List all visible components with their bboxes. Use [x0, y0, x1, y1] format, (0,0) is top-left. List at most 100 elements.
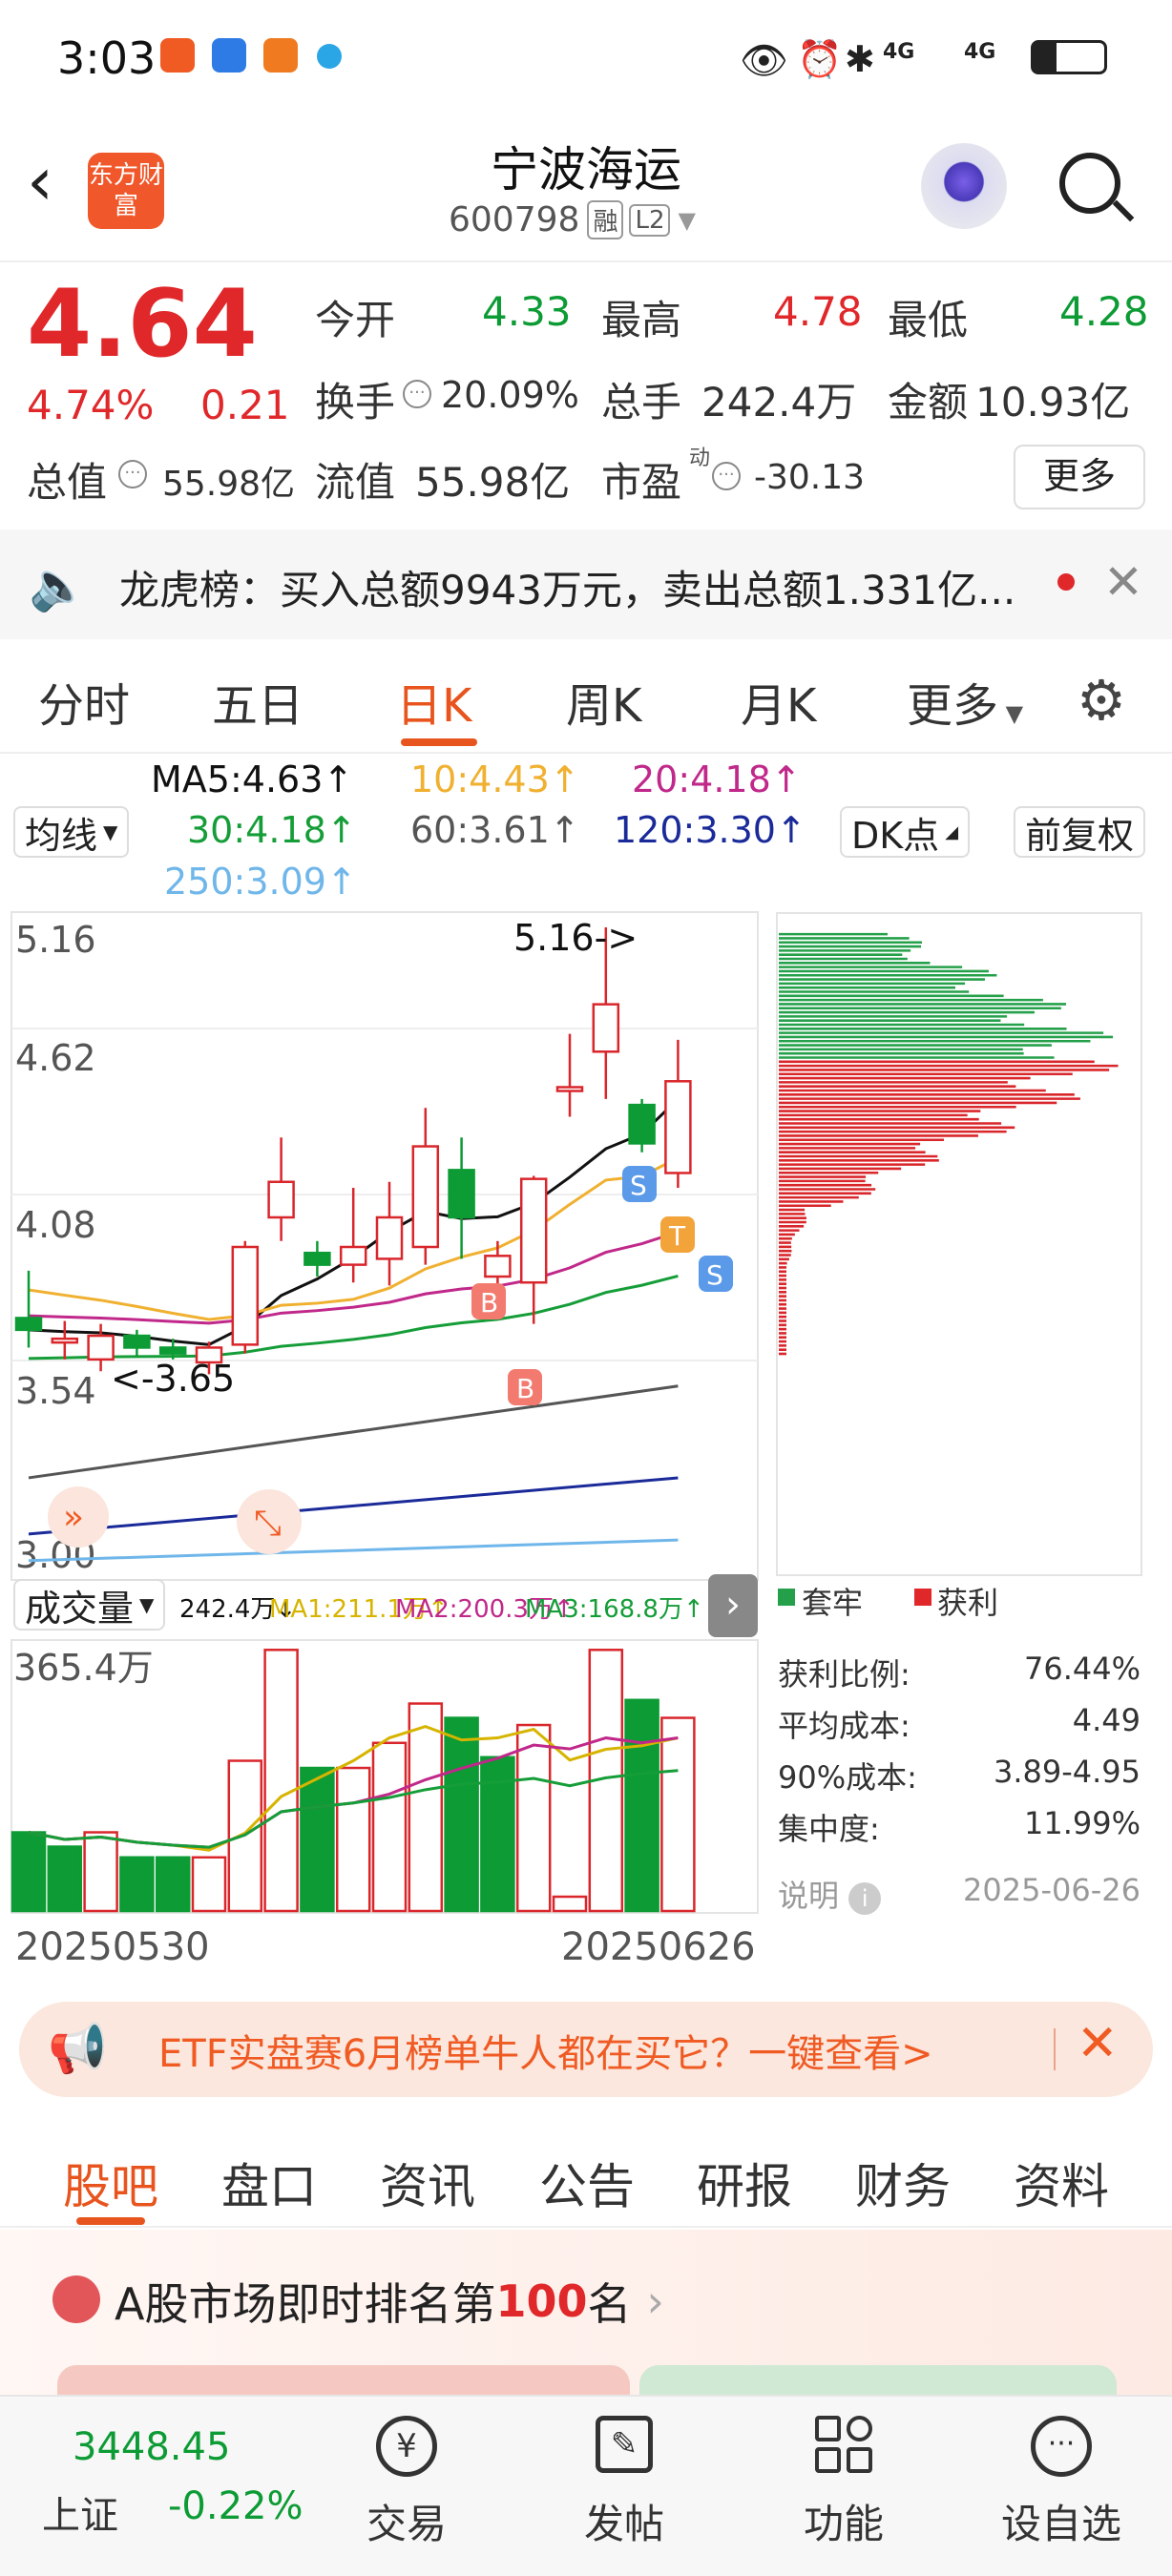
tab-monthly-k[interactable]: 月K	[741, 668, 816, 735]
profile-stat-label: 平均成本:	[778, 1708, 910, 1744]
divider	[1054, 2028, 1056, 2070]
y-tick: 3.54	[15, 1370, 96, 1412]
volume-bar	[371, 1741, 408, 1913]
chevron-down-icon[interactable]: ▼	[678, 207, 695, 234]
candle-body	[303, 1251, 331, 1266]
sell-marker-label: S	[706, 1259, 723, 1291]
signal-icon: 4G	[964, 40, 996, 64]
volume-bar	[155, 1856, 191, 1913]
candle-body	[664, 1080, 692, 1174]
y-tick: 4.08	[15, 1204, 96, 1246]
tab-weekly-k[interactable]: 周K	[566, 668, 641, 735]
float-label: 流值	[315, 459, 396, 506]
info-icon[interactable]: ···	[118, 460, 147, 488]
tab-finance[interactable]: 财务	[855, 2149, 951, 2217]
notification-icon	[263, 38, 298, 73]
change-amount: 0.21	[200, 382, 290, 428]
pe-superscript: 动	[689, 447, 711, 470]
stock-header: ‹ 东方财富 宁波海运 600798 融 L2 ▼	[0, 124, 1172, 262]
volume-bar	[83, 1831, 118, 1913]
volume-value: 242.4万	[701, 379, 857, 426]
close-icon[interactable]: ✕	[1103, 554, 1143, 610]
ma60-legend: 60:3.61↑	[410, 809, 580, 851]
ma250-value: 250:3.09	[164, 861, 326, 903]
y-tick: 4.62	[15, 1037, 96, 1079]
more-button[interactable]: 更多	[1014, 445, 1145, 509]
corner-arrow-icon: ◢	[945, 821, 959, 842]
volume-bar	[119, 1856, 155, 1913]
chevron-down-icon: ▼	[139, 1593, 155, 1616]
dk-point-dropdown[interactable]: DK点 ◢	[840, 806, 971, 858]
vol-ma3-legend: MA3:168.8万↑	[525, 1595, 704, 1624]
tab-more[interactable]: 更多 ▼	[907, 668, 1023, 735]
profile-stat-row: 获利比例: 76.44%	[778, 1651, 1141, 1694]
l2-badge: L2	[629, 203, 671, 237]
candle-body	[628, 1103, 656, 1145]
candle-body	[123, 1334, 151, 1349]
nav-post-label: 发帖	[583, 2501, 664, 2547]
margin-badge: 融	[587, 200, 624, 239]
indicator-select-dropdown[interactable]: 成交量 ▼	[13, 1579, 166, 1631]
eye-icon: 👁	[740, 39, 788, 83]
ma10-legend: 10:4.43↑	[410, 758, 580, 800]
tab-announcement[interactable]: 公告	[539, 2149, 635, 2217]
period-high-label: 5.16->	[513, 917, 638, 959]
high-value: 4.78	[773, 288, 863, 335]
nav-trade-label: 交易	[366, 2501, 447, 2547]
buy-marker-label: B	[516, 1373, 534, 1404]
volume-label: 总手	[601, 379, 682, 426]
candle-body	[14, 1317, 43, 1332]
close-icon[interactable]: ✕	[1077, 2015, 1119, 2072]
adjust-mode-button[interactable]: 前复权	[1014, 806, 1146, 858]
rank-prefix: A股市场即时排名第	[115, 2278, 496, 2330]
profile-stat-value: 3.89-4.95	[993, 1754, 1141, 1790]
x-label-start: 20250530	[15, 1925, 210, 1969]
dragon-tiger-ticker[interactable]: 🔈 龙虎榜：买入总额9943万元，卖出总额1.331亿... ✕	[0, 530, 1172, 639]
profile-stat-row: 集中度: 11.99%	[778, 1805, 1141, 1849]
t-marker-label: T	[668, 1220, 686, 1252]
tab-guba[interactable]: 股吧	[63, 2149, 158, 2217]
bottom-navigation: 3448.45 上证 -0.22% ¥ 交易 ✎ 发帖 功能 ··· 设自选	[0, 2395, 1172, 2576]
amount-label: 金额	[888, 379, 969, 426]
ma-select-dropdown[interactable]: 均线 ▼	[13, 806, 130, 858]
gear-icon[interactable]: ⚙	[1077, 668, 1126, 733]
status-time: 3:03	[57, 32, 157, 84]
expand-panel-button[interactable]: ›	[708, 1574, 758, 1637]
sell-marker-label: S	[630, 1170, 647, 1201]
volume-bar	[515, 1723, 552, 1913]
tab-pankou[interactable]: 盘口	[221, 2149, 317, 2217]
mktcap-label: 总值	[27, 459, 108, 506]
tab-intraday[interactable]: 分时	[38, 668, 130, 735]
tab-research[interactable]: 研报	[697, 2149, 792, 2217]
turnover-value: 20.09%	[441, 374, 579, 416]
index-widget[interactable]: 3448.45 上证 -0.22%	[0, 2397, 315, 2576]
float-value: 55.98亿	[415, 459, 571, 506]
ma120-value: 120:3.30	[614, 809, 776, 851]
low-label: 最低	[888, 297, 969, 343]
active-tab-indicator	[401, 738, 477, 746]
index-value: 3448.45	[73, 2425, 231, 2469]
promo-banner[interactable]: 📢 ETF实盘赛6月榜单牛人都在买它？一键查看> ✕	[19, 2002, 1153, 2097]
period-low-label: <-3.65	[111, 1358, 235, 1400]
tab-news[interactable]: 资讯	[380, 2149, 475, 2217]
chart-period-tabs: 分时 五日 日K 周K 月K 更多 ▼ ⚙	[0, 639, 1172, 754]
bluetooth-icon: ✱	[845, 38, 875, 80]
volume-chart[interactable]: 365.4万	[0, 1636, 764, 1918]
resize-arrows-icon: ⤡	[254, 1504, 282, 1543]
volume-bar	[408, 1702, 444, 1913]
robot-assistant-icon[interactable]	[921, 143, 1007, 229]
tab-five-day[interactable]: 五日	[212, 668, 303, 735]
search-icon[interactable]	[1059, 153, 1120, 214]
turnover-label: 换手	[315, 379, 396, 426]
chip-distribution-chart[interactable]	[775, 911, 1143, 1579]
tab-profile[interactable]: 资料	[1014, 2149, 1109, 2217]
candle-body	[484, 1255, 512, 1278]
candlestick-chart[interactable]: 5.16 4.62 4.08 3.54 3.00 5.16-> <-3.65 B…	[0, 906, 764, 1593]
rank-card[interactable]: A股市场即时排名第 100 名 ›	[0, 2230, 1172, 2403]
info-icon[interactable]: ···	[403, 380, 431, 408]
profile-note-label[interactable]: 说明 i	[778, 1872, 882, 1916]
ma-select-label: 均线	[25, 814, 98, 857]
info-icon[interactable]: ···	[712, 462, 741, 490]
tab-daily-k[interactable]: 日K	[396, 668, 471, 735]
pe-label: 市盈	[601, 459, 682, 506]
